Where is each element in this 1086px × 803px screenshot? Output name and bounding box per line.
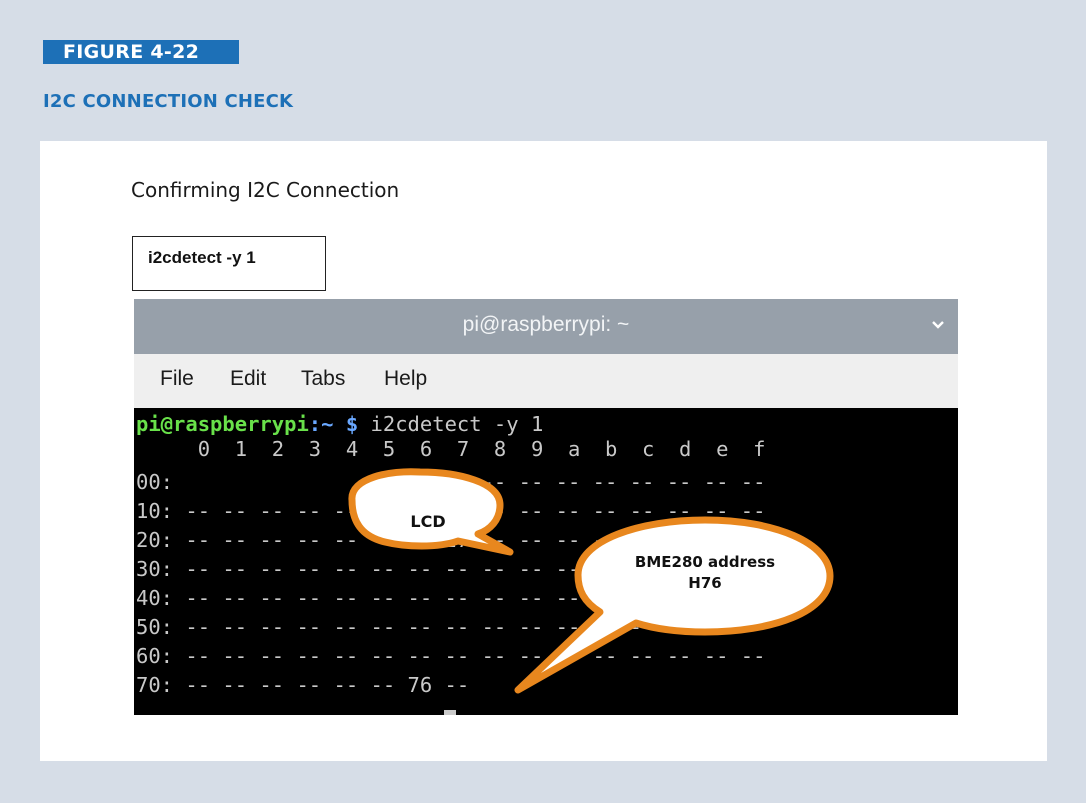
- bme280-callout-label-line2: H76: [688, 574, 722, 592]
- bme280-callout-label-line1: BME280 address: [634, 553, 776, 571]
- lcd-callout-label: LCD: [410, 512, 446, 531]
- bme280-callout-bubble: [514, 516, 834, 694]
- callout-layer: [348, 468, 834, 694]
